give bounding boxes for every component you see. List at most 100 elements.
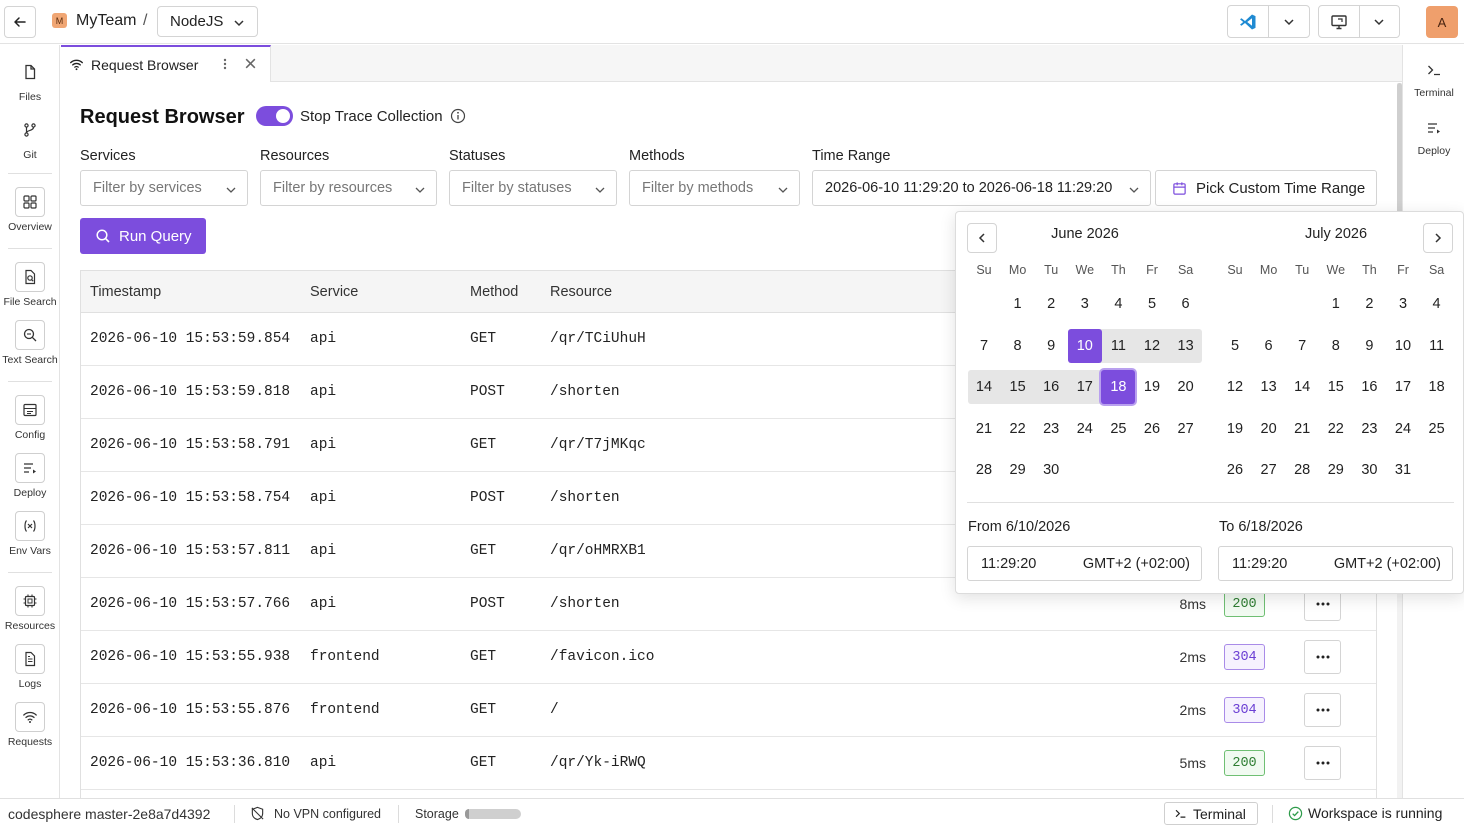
sidebar-item-resources[interactable]: Resources	[0, 586, 60, 632]
july-calendar-day[interactable]: 24	[1388, 412, 1418, 446]
statuses-select[interactable]: Filter by statuses	[449, 170, 617, 206]
july-calendar-day[interactable]: 20	[1254, 412, 1284, 446]
june-calendar-day[interactable]: 25	[1103, 412, 1133, 446]
close-icon[interactable]	[244, 57, 257, 70]
june-calendar-day[interactable]: 6	[1171, 287, 1201, 321]
june-calendar-day[interactable]: 24	[1070, 412, 1100, 446]
june-calendar-day[interactable]: 27	[1171, 412, 1201, 446]
june-calendar-day[interactable]: 8	[1003, 329, 1033, 363]
team-name[interactable]: MyTeam	[76, 12, 136, 30]
june-calendar-day[interactable]: 16	[1036, 370, 1066, 404]
june-calendar-day[interactable]: 7	[969, 329, 999, 363]
june-calendar-day[interactable]: 3	[1070, 287, 1100, 321]
sidebar-item-text-search[interactable]: Text Search	[0, 320, 60, 366]
ide-dropdown-button[interactable]	[1269, 6, 1309, 37]
sidebar-item-logs[interactable]: Logs	[0, 644, 60, 690]
july-calendar-day[interactable]: 7	[1287, 329, 1317, 363]
workspace-select[interactable]: NodeJS	[157, 6, 258, 37]
july-calendar-day[interactable]: 26	[1220, 453, 1250, 487]
june-calendar-day[interactable]: 20	[1171, 370, 1201, 404]
june-calendar-day[interactable]: 15	[1003, 370, 1033, 404]
branch-info[interactable]: codesphere master-2e8a7d4392	[8, 806, 210, 822]
july-calendar-day[interactable]: 18	[1422, 370, 1452, 404]
july-calendar-day[interactable]: 30	[1354, 453, 1384, 487]
july-calendar-day[interactable]: 22	[1321, 412, 1351, 446]
june-calendar-day[interactable]: 13	[1171, 329, 1201, 363]
june-calendar-day[interactable]: 28	[969, 453, 999, 487]
july-calendar-day[interactable]: 27	[1254, 453, 1284, 487]
pick-custom-time-range-button[interactable]: Pick Custom Time Range	[1155, 170, 1377, 206]
run-query-button[interactable]: Run Query	[80, 218, 206, 254]
july-calendar-day[interactable]: 6	[1254, 329, 1284, 363]
july-calendar-day[interactable]: 29	[1321, 453, 1351, 487]
trace-collection-toggle[interactable]	[256, 106, 293, 126]
june-calendar-day[interactable]: 22	[1003, 412, 1033, 446]
open-preview-button[interactable]	[1319, 6, 1360, 37]
next-month-button[interactable]	[1423, 223, 1453, 253]
more-vertical-icon[interactable]	[221, 56, 229, 72]
row-actions-button[interactable]	[1304, 640, 1341, 674]
sidebar-item-files[interactable]: Files	[0, 57, 60, 103]
july-calendar-day[interactable]: 25	[1422, 412, 1452, 446]
june-calendar-day[interactable]: 12	[1137, 329, 1167, 363]
june-calendar-day[interactable]: 19	[1137, 370, 1167, 404]
july-calendar-day[interactable]: 21	[1287, 412, 1317, 446]
resources-select[interactable]: Filter by resources	[260, 170, 437, 206]
july-calendar-day[interactable]: 23	[1354, 412, 1384, 446]
july-calendar-day[interactable]: 3	[1388, 287, 1418, 321]
range-start-day[interactable]: 10	[1067, 328, 1102, 363]
june-calendar-day[interactable]: 29	[1003, 453, 1033, 487]
sidebar-item-config[interactable]: Config	[0, 395, 60, 441]
july-calendar-day[interactable]: 8	[1321, 329, 1351, 363]
july-calendar-day[interactable]: 2	[1354, 287, 1384, 321]
july-calendar-day[interactable]: 5	[1220, 329, 1250, 363]
range-end-day[interactable]: 18	[1101, 370, 1136, 404]
july-calendar-day[interactable]: 28	[1287, 453, 1317, 487]
june-calendar-day[interactable]: 4	[1103, 287, 1133, 321]
july-calendar-day[interactable]: 17	[1388, 370, 1418, 404]
sidebar-item-env-vars[interactable]: Env Vars	[0, 511, 60, 557]
info-circle-icon[interactable]	[450, 108, 466, 124]
june-calendar-day[interactable]: 14	[969, 370, 999, 404]
to-time-input[interactable]: 11:29:20 GMT+2 (+02:00)	[1218, 546, 1453, 581]
june-calendar-day[interactable]: 23	[1036, 412, 1066, 446]
sidebar-item-overview[interactable]: Overview	[0, 187, 60, 233]
tab-request-browser[interactable]: Request Browser	[61, 45, 271, 82]
workspace-status[interactable]: Workspace is running	[1288, 805, 1442, 821]
july-calendar-day[interactable]: 15	[1321, 370, 1351, 404]
july-calendar-day[interactable]: 16	[1354, 370, 1384, 404]
sidebar-item-requests[interactable]: Requests	[0, 702, 60, 748]
vpn-status[interactable]: No VPN configured	[274, 807, 381, 821]
column-header-service[interactable]: Service	[310, 284, 358, 300]
july-calendar-day[interactable]: 14	[1287, 370, 1317, 404]
back-button[interactable]	[4, 6, 36, 38]
time-range-select[interactable]: 2026-06-10 11:29:20 to 2026-06-18 11:29:…	[812, 170, 1151, 206]
row-actions-button[interactable]	[1304, 693, 1341, 727]
july-calendar-day[interactable]: 11	[1422, 329, 1452, 363]
june-calendar-day[interactable]: 11	[1103, 329, 1133, 363]
preview-dropdown-button[interactable]	[1360, 6, 1400, 37]
right-sidebar-item-terminal[interactable]: Terminal	[1403, 55, 1464, 99]
june-calendar-day[interactable]: 26	[1137, 412, 1167, 446]
services-select[interactable]: Filter by services	[80, 170, 248, 206]
june-calendar-day[interactable]: 21	[969, 412, 999, 446]
column-header-method[interactable]: Method	[470, 284, 518, 300]
table-row[interactable]: 2026-06-10 15:53:55.876 frontend GET / 2ms 30…	[81, 684, 1376, 737]
july-calendar-day[interactable]: 9	[1354, 329, 1384, 363]
july-calendar-day[interactable]: 1	[1321, 287, 1351, 321]
column-header-timestamp[interactable]: Timestamp	[90, 284, 161, 300]
july-calendar-day[interactable]: 4	[1422, 287, 1452, 321]
june-calendar-day[interactable]: 1	[1003, 287, 1033, 321]
right-sidebar-item-deploy[interactable]: Deploy	[1403, 113, 1464, 157]
table-row[interactable]: 2026-06-10 15:53:36.810 api GET/qr/Yk-iRWQ…	[81, 737, 1376, 790]
july-calendar-day[interactable]: 31	[1388, 453, 1418, 487]
open-in-vscode-button[interactable]	[1228, 6, 1269, 37]
methods-select[interactable]: Filter by methods	[629, 170, 800, 206]
avatar[interactable]: A	[1426, 6, 1458, 38]
sidebar-item-file-search[interactable]: File Search	[0, 262, 60, 308]
july-calendar-day[interactable]: 10	[1388, 329, 1418, 363]
june-calendar-day[interactable]: 5	[1137, 287, 1167, 321]
july-calendar-day[interactable]: 12	[1220, 370, 1250, 404]
row-actions-button[interactable]	[1304, 746, 1341, 780]
table-row[interactable]: 2026-06-10 15:53:55.938 frontend GET/favic…	[81, 631, 1376, 684]
